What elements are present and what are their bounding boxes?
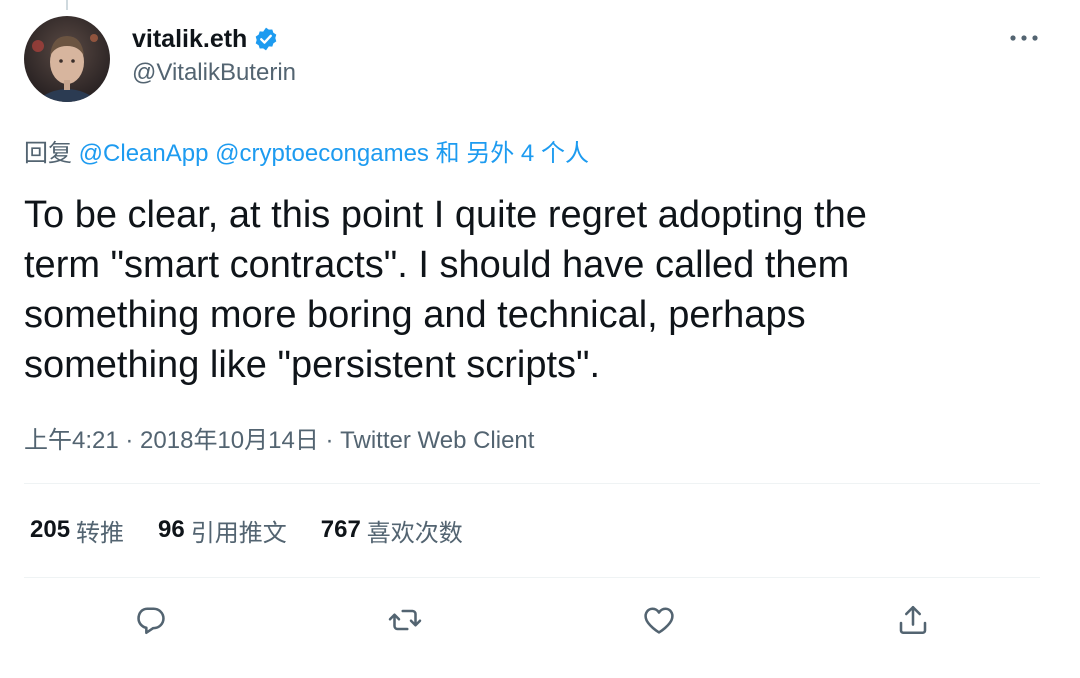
tweet-stats: 205 转推 96 引用推文 767 喜欢次数 [30, 510, 463, 550]
like-button[interactable] [637, 598, 681, 642]
retweet-button[interactable] [383, 598, 427, 642]
reply-icon [137, 607, 165, 635]
mention-link[interactable]: @CleanApp [79, 140, 209, 167]
share-button[interactable] [891, 598, 935, 642]
retweets-stat[interactable]: 205 转推 [30, 513, 124, 548]
more-options-button[interactable] [1004, 22, 1044, 54]
quotes-label: 引用推文 [190, 519, 287, 547]
share-icon [899, 605, 927, 635]
likes-label: 喜欢次数 [366, 519, 463, 547]
replying-to-prefix: 回复 [24, 140, 72, 167]
avatar-image [24, 16, 110, 102]
author-display-name[interactable]: vitalik.eth [132, 25, 247, 54]
replying-to-line: 回复 @CleanApp @cryptoecongames 和 另外 4 个人 [24, 133, 589, 168]
mention-link[interactable]: @cryptoecongames [215, 140, 429, 167]
likes-stat[interactable]: 767 喜欢次数 [321, 513, 463, 548]
tweet-time[interactable]: 上午4:21 [24, 427, 119, 454]
tweet-meta: 上午4:21 · 2018年10月14日 · Twitter Web Clien… [24, 420, 534, 455]
others-link[interactable]: 和 另外 4 个人 [436, 140, 589, 167]
divider [24, 577, 1040, 578]
avatar[interactable] [24, 16, 110, 102]
retweets-count: 205 [30, 516, 71, 543]
quotes-count: 96 [158, 516, 185, 543]
verified-badge-icon [253, 26, 279, 52]
thread-connector-line [66, 0, 68, 10]
reply-button[interactable] [129, 598, 173, 642]
meta-separator: · [118, 427, 141, 454]
author-handle[interactable]: @VitalikButerin [132, 59, 296, 87]
more-horizontal-icon [1010, 35, 1038, 41]
meta-separator: · [318, 427, 341, 454]
likes-count: 767 [320, 516, 361, 543]
tweet-text: To be clear, at this point I quite regre… [24, 194, 867, 386]
quotes-stat[interactable]: 96 引用推文 [158, 513, 287, 548]
heart-icon [644, 607, 674, 634]
tweet-source[interactable]: Twitter Web Client [340, 427, 534, 454]
tweet-date[interactable]: 2018年10月14日 [140, 427, 319, 454]
author-name-row[interactable]: vitalik.eth [132, 22, 279, 56]
retweets-label: 转推 [76, 519, 125, 547]
retweet-icon [388, 609, 422, 631]
divider [24, 483, 1040, 484]
